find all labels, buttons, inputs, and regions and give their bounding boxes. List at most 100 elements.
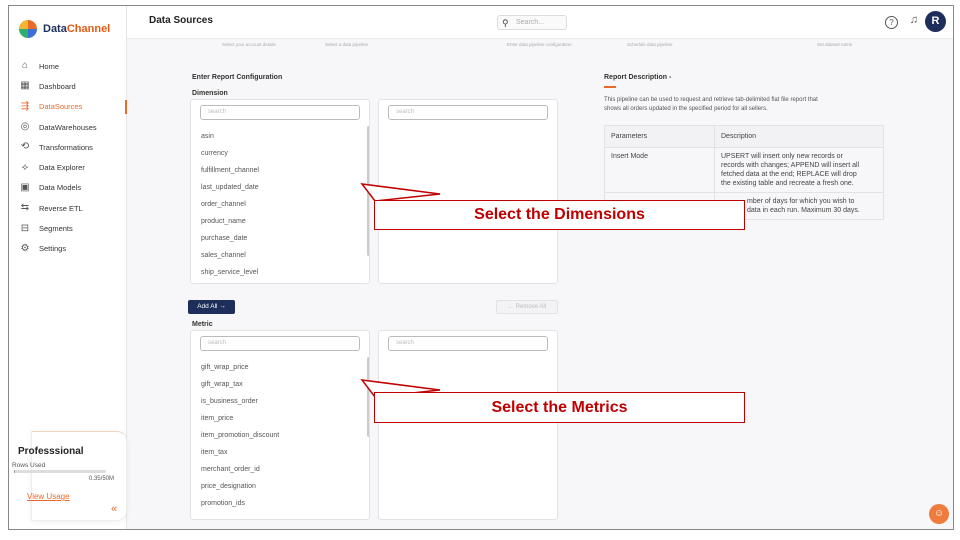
metric-search-input[interactable]: search — [200, 336, 360, 351]
collapse-sidebar-icon[interactable]: « — [111, 503, 117, 515]
desc-line: the existing table and recreate a fresh … — [721, 180, 854, 187]
report-description-title: Report Description - — [604, 74, 672, 81]
sidebar: DataChannel ⌂ Home ▦ Dashboard ⇶ DataSources ◎… — [9, 6, 127, 529]
list-item[interactable]: price_designation — [201, 483, 256, 490]
list-item[interactable]: gift_wrap_tax — [201, 381, 243, 388]
list-item[interactable]: currency — [201, 150, 228, 157]
add-all-button[interactable]: Add All → — [188, 300, 235, 314]
description-line-1: This pipeline can be used to request and… — [604, 97, 818, 103]
sidebar-item-transformations[interactable]: ⟲ Transformations — [9, 137, 127, 157]
plan-title: Professsional — [18, 446, 84, 457]
dashboard-icon: ▦ — [20, 80, 30, 92]
search-icon: ⚲ — [502, 18, 509, 28]
transform-icon: ⟲ — [20, 141, 30, 153]
metric-label: Metric — [192, 321, 213, 328]
database-icon: ◎ — [20, 121, 30, 133]
list-item[interactable]: is_business_order — [201, 398, 258, 405]
bell-icon[interactable]: ♫ — [910, 14, 918, 26]
list-item[interactable]: last_updated_date — [201, 184, 259, 191]
sidebar-item-dashboard[interactable]: ▦ Dashboard — [9, 76, 127, 96]
gear-icon: ⚙ — [20, 242, 30, 254]
reverse-etl-icon: ⇆ — [20, 202, 30, 214]
sidebar-item-data-models[interactable]: ▣ Data Models — [9, 178, 127, 198]
sidebar-item-settings[interactable]: ⚙ Settings — [9, 239, 127, 259]
list-item[interactable]: item_price — [201, 415, 233, 422]
dimension-available-box: search asin currency fulfillment_channella… — [190, 99, 370, 284]
sidebar-item-label: Segments — [39, 224, 73, 234]
sidebar-item-label: DataSources — [39, 102, 83, 112]
list-item[interactable]: order_channel — [201, 201, 246, 208]
brand-name: DataChannel — [43, 23, 110, 35]
stepper: Select your account details Select a data… — [127, 39, 953, 53]
step-label: Select a data pipeline — [325, 42, 369, 47]
rows-used-count: 0.35/50M — [88, 476, 114, 482]
sidebar-item-label: Data Models — [39, 183, 82, 193]
sidebar-nav: ⌂ Home ▦ Dashboard ⇶ DataSources ◎ DataWarehous… — [9, 56, 127, 259]
desc-line: data in each run. Maximum 30 days. — [747, 207, 860, 214]
desc-line: UPSERT will insert only new records or — [721, 153, 843, 160]
metrics-callout: Select the Metrics — [374, 392, 745, 423]
dimensions-callout: Select the Dimensions — [374, 200, 745, 230]
list-item[interactable]: ship_service_level — [201, 269, 258, 276]
sidebar-item-datawarehouses[interactable]: ◎ DataWarehouses — [9, 117, 127, 137]
step-label: Schedule data pipeline — [627, 42, 673, 47]
usage-bar-fill — [14, 470, 15, 473]
description-line-2: shows all orders updated in the specifie… — [604, 106, 768, 112]
list-item[interactable]: item_tax — [201, 449, 227, 456]
help-icon[interactable]: ? — [885, 16, 898, 29]
view-usage-link[interactable]: View Usage — [27, 492, 70, 501]
list-item[interactable]: merchant_order_id — [201, 466, 260, 473]
brand-part1: Data — [43, 23, 67, 35]
page-title: Data Sources — [149, 15, 213, 26]
usage-bar — [14, 470, 106, 473]
list-item[interactable]: asin — [201, 133, 214, 140]
sidebar-item-segments[interactable]: ⊟ Segments — [9, 218, 127, 238]
table-row: Insert Mode UPSERT will insert only new … — [604, 147, 884, 193]
logo-icon — [19, 20, 37, 38]
home-icon: ⌂ — [21, 60, 29, 72]
chat-icon[interactable]: ☺ — [929, 504, 949, 524]
explorer-icon: ⟡ — [21, 161, 29, 173]
list-item[interactable]: item_promotion_discount — [201, 432, 279, 439]
metric-selected-box: search — [378, 330, 558, 520]
param-name: Insert Mode — [604, 147, 715, 193]
step-label: Set dataset name — [817, 42, 853, 47]
desc-line: fetched data at the end; REPLACE will dr… — [721, 171, 857, 178]
list-item[interactable]: sales_channel — [201, 252, 246, 259]
dimension-scrollbar[interactable] — [367, 126, 369, 256]
list-item[interactable]: fulfillment_channel — [201, 167, 259, 174]
search-placeholder: Search... — [516, 19, 545, 26]
topbar: Data Sources ⚲ Search... ? ♫ R — [127, 6, 953, 39]
dimension-selected-search-input[interactable]: search — [388, 105, 548, 120]
report-description-text: This pipeline can be used to request and… — [604, 96, 818, 114]
remove-all-button[interactable]: ← Remove All — [496, 300, 558, 314]
sidebar-item-datasources[interactable]: ⇶ DataSources — [9, 97, 127, 117]
desc-line: records with changes; APPEND will insert… — [721, 162, 860, 169]
metric-selected-search-input[interactable]: search — [388, 336, 548, 351]
list-item[interactable]: product_name — [201, 218, 246, 225]
param-description: UPSERT will insert only new records or r… — [714, 147, 884, 193]
global-search-input[interactable]: ⚲ Search... — [497, 15, 567, 30]
sidebar-item-data-explorer[interactable]: ⟡ Data Explorer — [9, 157, 127, 177]
logo[interactable]: DataChannel — [19, 20, 110, 38]
sidebar-item-home[interactable]: ⌂ Home — [9, 56, 127, 76]
datasources-icon: ⇶ — [20, 100, 30, 112]
config-heading: Enter Report Configuration — [192, 74, 283, 81]
metric-scrollbar[interactable] — [367, 357, 369, 437]
segments-icon: ⊟ — [20, 222, 30, 234]
list-item[interactable]: purchase_date — [201, 235, 247, 242]
list-item[interactable]: gift_wrap_price — [201, 364, 248, 371]
rows-used-label: Rows Used — [12, 462, 46, 469]
avatar[interactable]: R — [925, 11, 946, 32]
sidebar-item-label: DataWarehouses — [39, 122, 97, 132]
dimension-search-input[interactable]: search — [200, 105, 360, 120]
brand-part2: Channel — [66, 23, 111, 35]
list-item[interactable]: promotion_ids — [201, 500, 245, 507]
sidebar-item-reverse-etl[interactable]: ⇆ Reverse ETL — [9, 198, 127, 218]
dimension-label: Dimension — [192, 90, 228, 97]
table-header-description: Description — [714, 125, 884, 148]
sidebar-item-label: Transformations — [39, 142, 93, 152]
table-header-parameters: Parameters — [604, 125, 715, 148]
desc-line: mber of days for which you wish to — [747, 198, 855, 205]
sidebar-item-label: Home — [39, 61, 60, 71]
